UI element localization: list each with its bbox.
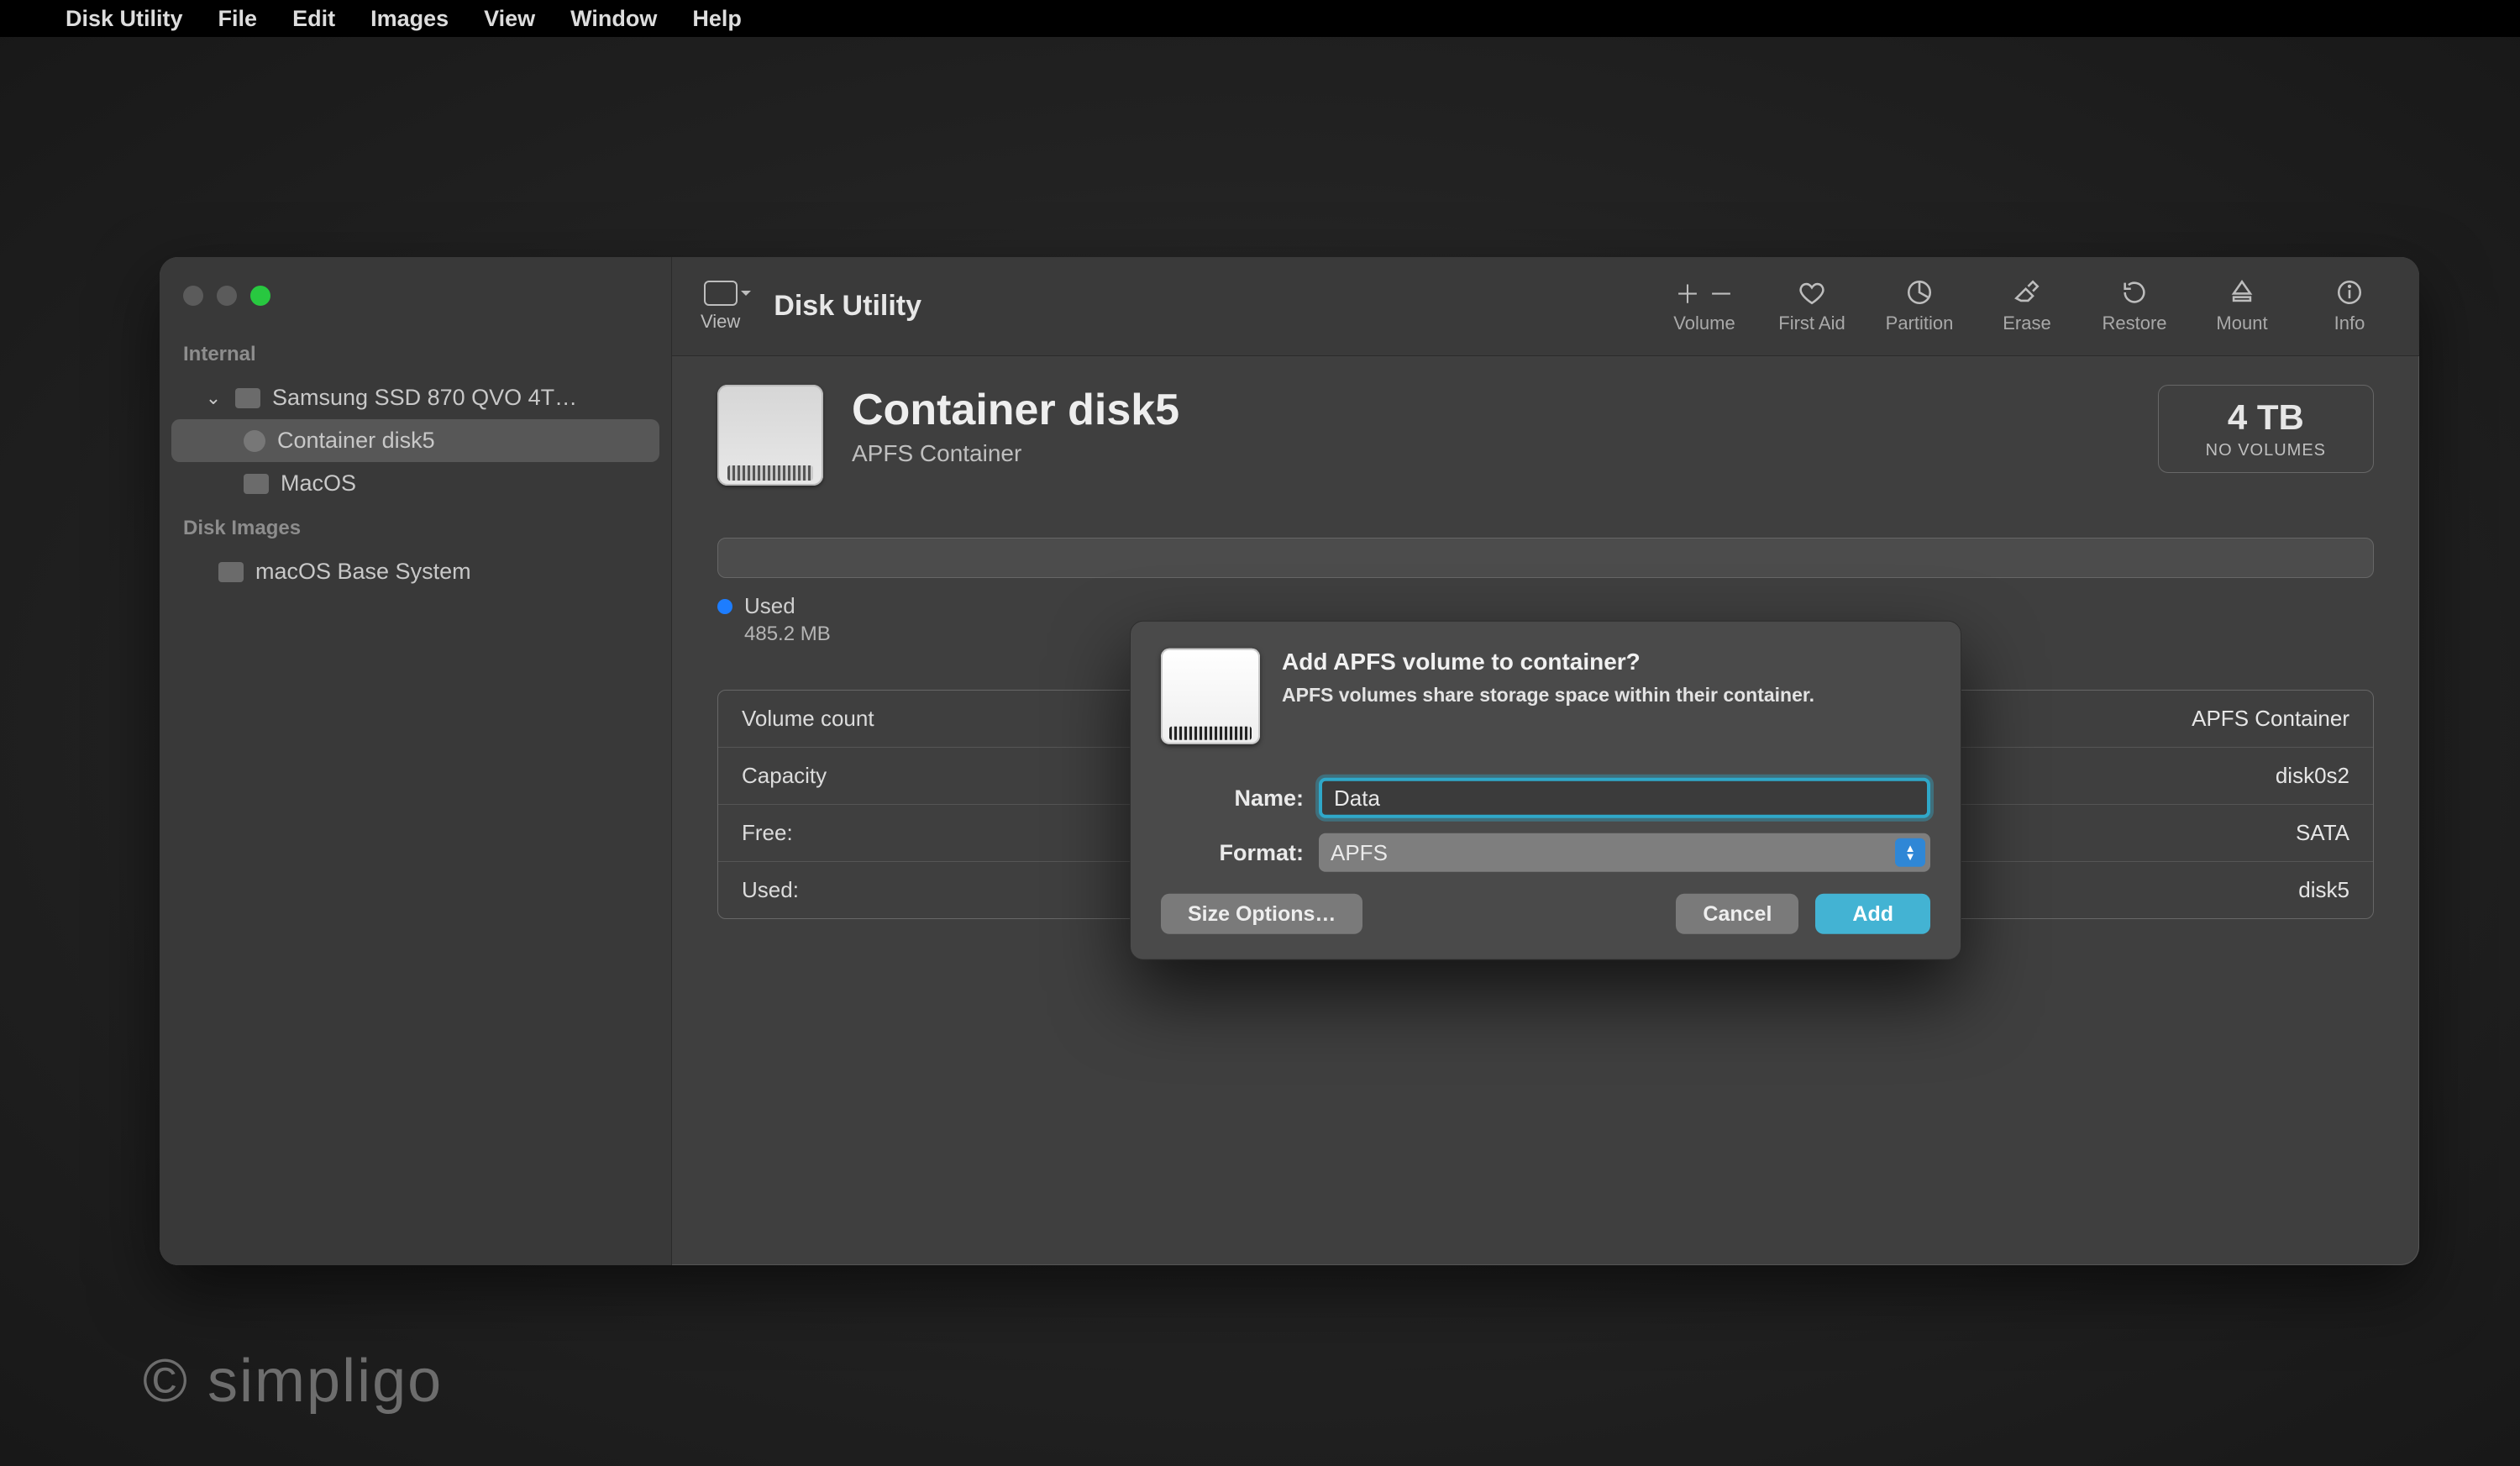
sidebar-item-label: Container disk5 bbox=[277, 428, 435, 454]
container-icon bbox=[244, 430, 265, 452]
zoom-window-button[interactable] bbox=[250, 286, 270, 306]
menubar-app-name[interactable]: Disk Utility bbox=[66, 6, 183, 32]
toolbar-erase-button[interactable]: Erase bbox=[1989, 279, 2065, 334]
format-select[interactable]: APFS ▲▼ bbox=[1319, 833, 1930, 872]
window-title: Disk Utility bbox=[774, 290, 921, 323]
sidebar-toggle-icon bbox=[704, 281, 738, 306]
cancel-button[interactable]: Cancel bbox=[1676, 894, 1798, 934]
toolbar: View Disk Utility ＋ － Volume First Aid bbox=[672, 257, 2419, 356]
minus-icon: － bbox=[1709, 274, 1734, 311]
sidebar-item-label: MacOS bbox=[281, 470, 356, 497]
add-button[interactable]: Add bbox=[1815, 894, 1930, 934]
sidebar-item-base-system[interactable]: macOS Base System bbox=[160, 550, 671, 593]
toolbar-label: Volume bbox=[1673, 313, 1735, 334]
sidebar-item-label: Samsung SSD 870 QVO 4T… bbox=[272, 385, 577, 411]
menubar-item-window[interactable]: Window bbox=[570, 6, 657, 32]
toolbar-mount-button[interactable]: Mount bbox=[2204, 279, 2280, 334]
toolbar-volume-button[interactable]: ＋ － Volume bbox=[1667, 279, 1742, 334]
sidebar-item-label: macOS Base System bbox=[255, 559, 471, 585]
sidebar-section-disk-images: Disk Images bbox=[160, 505, 671, 550]
toolbar-label: First Aid bbox=[1778, 313, 1845, 334]
erase-icon bbox=[2013, 279, 2041, 306]
dialog-subtitle: APFS volumes share storage space within … bbox=[1282, 684, 1814, 707]
menubar-item-help[interactable]: Help bbox=[692, 6, 742, 32]
chevron-down-icon[interactable]: ⌄ bbox=[203, 387, 223, 409]
volume-icon bbox=[244, 474, 269, 494]
format-select-value: APFS bbox=[1331, 839, 1388, 865]
sidebar-item-physical-drive[interactable]: ⌄ Samsung SSD 870 QVO 4T… bbox=[160, 376, 671, 419]
toolbar-view-button[interactable]: View bbox=[672, 281, 774, 333]
menubar-item-view[interactable]: View bbox=[484, 6, 535, 32]
toolbar-label: Restore bbox=[2102, 313, 2166, 334]
sidebar-item-macos-volume[interactable]: MacOS bbox=[160, 462, 671, 505]
select-arrows-icon: ▲▼ bbox=[1895, 838, 1925, 867]
toolbar-first-aid-button[interactable]: First Aid bbox=[1774, 279, 1850, 334]
disk-utility-window: Internal ⌄ Samsung SSD 870 QVO 4T… Conta… bbox=[160, 257, 2419, 1265]
minimize-window-button[interactable] bbox=[217, 286, 237, 306]
macos-menubar: Disk Utility File Edit Images View Windo… bbox=[0, 0, 2520, 37]
details-pane: Container disk5 APFS Container 4 TB NO V… bbox=[672, 356, 2419, 1265]
name-label: Name: bbox=[1161, 785, 1304, 811]
toolbar-label: Partition bbox=[1886, 313, 1954, 334]
info-icon bbox=[2335, 279, 2364, 306]
toolbar-partition-button[interactable]: Partition bbox=[1882, 279, 1957, 334]
drive-icon bbox=[1161, 649, 1260, 744]
toolbar-info-button[interactable]: Info bbox=[2312, 279, 2387, 334]
close-window-button[interactable] bbox=[183, 286, 203, 306]
toolbar-restore-button[interactable]: Restore bbox=[2097, 279, 2172, 334]
first-aid-icon bbox=[1798, 279, 1826, 306]
sidebar-section-internal: Internal bbox=[160, 331, 671, 376]
toolbar-label: Erase bbox=[2003, 313, 2050, 334]
dialog-title: Add APFS volume to container? bbox=[1282, 649, 1814, 675]
toolbar-view-label: View bbox=[701, 311, 740, 333]
menubar-item-file[interactable]: File bbox=[218, 6, 258, 32]
restore-icon bbox=[2120, 279, 2149, 306]
hdd-icon bbox=[235, 388, 260, 408]
partition-icon bbox=[1905, 279, 1934, 306]
add-apfs-volume-dialog: Add APFS volume to container? APFS volum… bbox=[1130, 621, 1961, 960]
menubar-item-edit[interactable]: Edit bbox=[292, 6, 335, 32]
format-label: Format: bbox=[1161, 839, 1304, 865]
size-options-button[interactable]: Size Options… bbox=[1161, 894, 1362, 934]
window-traffic-lights bbox=[160, 274, 671, 331]
volume-icon bbox=[218, 562, 244, 582]
menubar-item-images[interactable]: Images bbox=[370, 6, 449, 32]
toolbar-label: Mount bbox=[2216, 313, 2267, 334]
watermark: © simpligo bbox=[143, 1347, 443, 1416]
toolbar-label: Info bbox=[2334, 313, 2365, 334]
modal-backdrop: Add APFS volume to container? APFS volum… bbox=[672, 356, 2419, 1265]
content-area: View Disk Utility ＋ － Volume First Aid bbox=[672, 257, 2419, 1265]
sidebar: Internal ⌄ Samsung SSD 870 QVO 4T… Conta… bbox=[160, 257, 672, 1265]
plus-icon: ＋ bbox=[1675, 274, 1700, 311]
sidebar-item-container-disk5[interactable]: Container disk5 bbox=[171, 419, 659, 462]
mount-icon bbox=[2228, 279, 2256, 306]
spacer bbox=[1379, 894, 1659, 934]
volume-name-input[interactable] bbox=[1319, 778, 1930, 818]
